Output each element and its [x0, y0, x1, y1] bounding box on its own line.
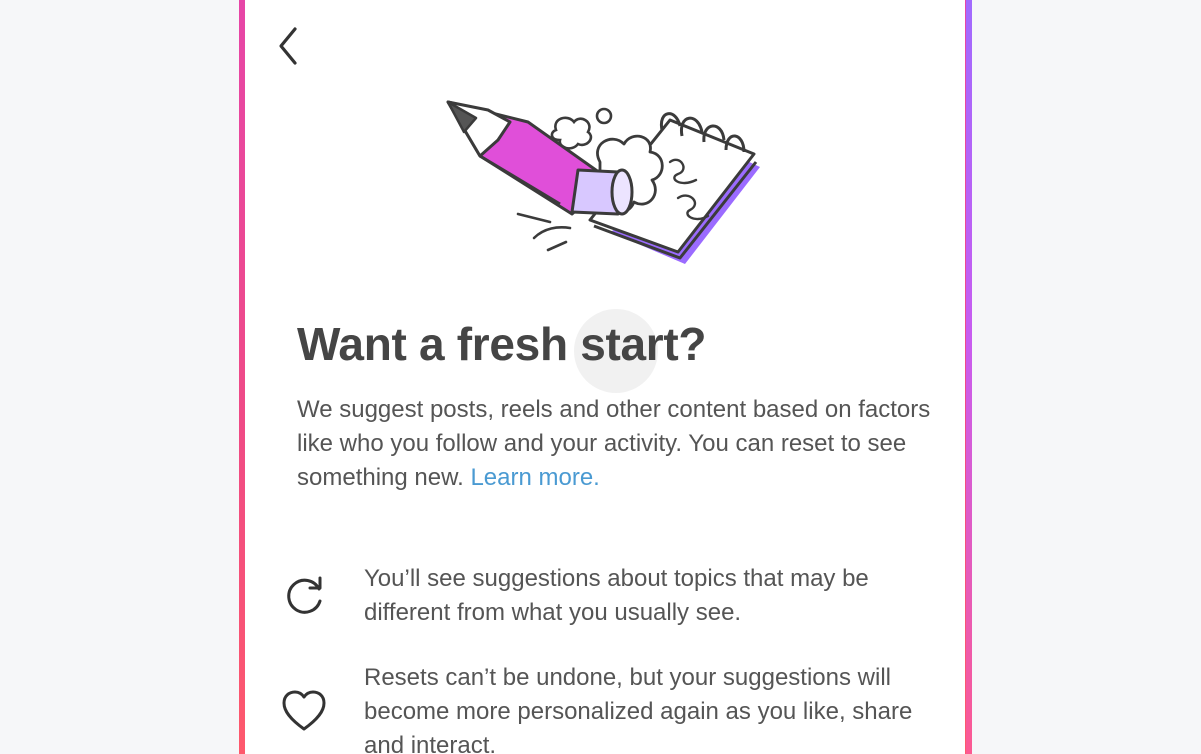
- description-text: We suggest posts, reels and other conten…: [297, 396, 931, 491]
- info-item-heart: Resets can’t be undone, but your suggest…: [278, 661, 958, 754]
- page-title: Want a fresh start?: [297, 318, 707, 370]
- pencil-eraser-notebook-illustration: [446, 100, 760, 264]
- info-item-refresh: You’ll see suggestions about topics that…: [278, 562, 958, 632]
- info-text-refresh: You’ll see suggestions about topics that…: [364, 565, 869, 626]
- chevron-left-icon: [279, 27, 297, 65]
- learn-more-link[interactable]: Learn more.: [470, 464, 599, 491]
- heart-icon: [278, 685, 330, 737]
- info-text-heart: Resets can’t be undone, but your suggest…: [364, 664, 913, 754]
- back-button[interactable]: [268, 22, 308, 70]
- refresh-icon: [278, 570, 330, 622]
- description: We suggest posts, reels and other conten…: [297, 393, 937, 495]
- app-stage: Want a fresh start? We suggest posts, re…: [0, 0, 1201, 754]
